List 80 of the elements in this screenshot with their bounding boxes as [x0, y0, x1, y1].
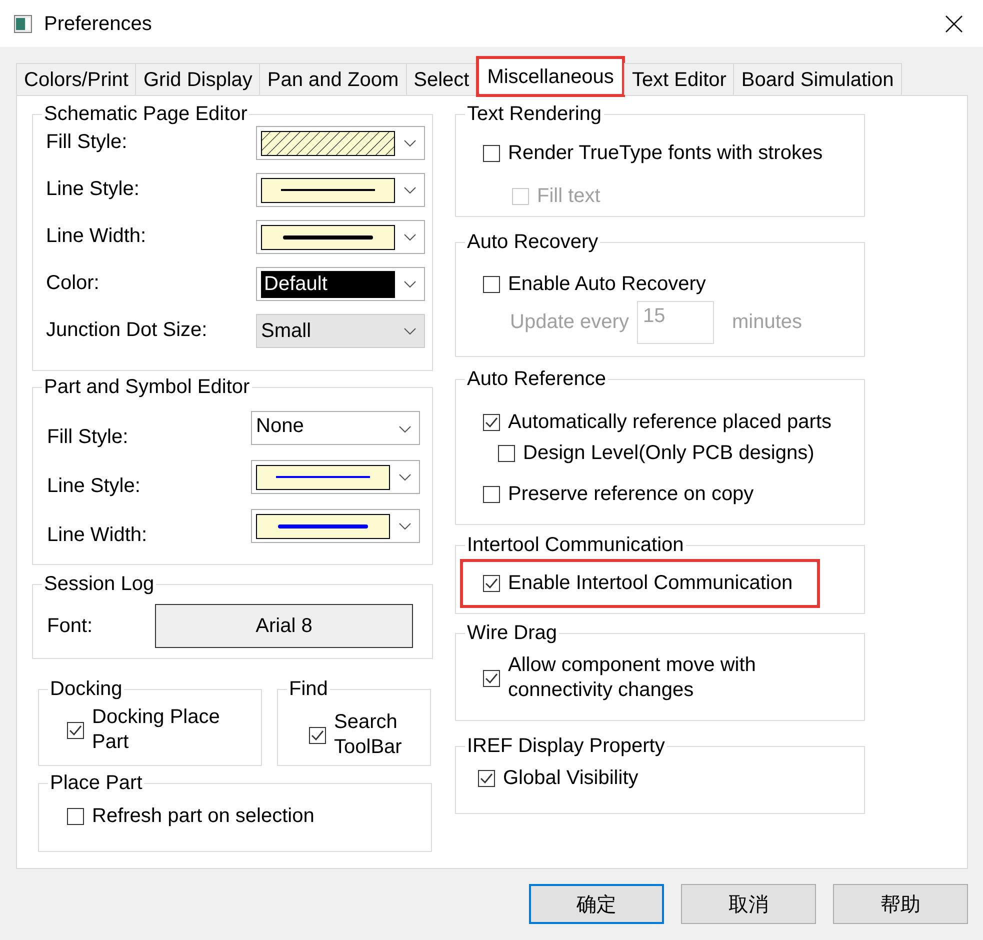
- checkmark-icon: [311, 730, 324, 740]
- checkbox-label: Render TrueType fonts with strokes: [508, 141, 823, 166]
- checkmark-icon: [485, 672, 498, 684]
- field-label: Fill Style:: [47, 425, 128, 450]
- group-title: Auto Reference: [466, 368, 607, 390]
- checkbox[interactable]: [483, 276, 500, 293]
- close-icon: [945, 14, 963, 32]
- dropdown[interactable]: [256, 126, 425, 160]
- checkbox-label: Preserve reference on copy: [508, 482, 754, 507]
- chevron-down-icon: [404, 234, 416, 240]
- checkbox[interactable]: [483, 145, 500, 162]
- field-label: Update every: [510, 310, 629, 335]
- checkbox-label: Search ToolBar: [334, 710, 403, 760]
- dialog-button[interactable]: 取消: [681, 884, 816, 924]
- checkbox[interactable]: [483, 575, 500, 592]
- group-title: Text Rendering: [466, 103, 603, 125]
- field-label: Line Style:: [47, 474, 140, 499]
- dropdown[interactable]: [256, 173, 425, 207]
- checkbox-label: Design Level(Only PCB designs): [523, 441, 814, 466]
- checkmark-icon: [480, 773, 493, 784]
- checkbox[interactable]: [498, 445, 515, 462]
- dropdown[interactable]: Small: [256, 314, 425, 348]
- group-title: Intertool Communication: [466, 534, 685, 556]
- field-label: Fill Style:: [46, 130, 128, 155]
- group-title: Auto Recovery: [466, 231, 600, 253]
- group-title: Wire Drag: [466, 622, 558, 644]
- checkbox-label: Enable Auto Recovery: [508, 272, 706, 297]
- group-title: Schematic Page Editor: [43, 103, 248, 125]
- checkmark-icon: [69, 724, 82, 736]
- color-swatch: Default: [261, 270, 395, 298]
- checkbox[interactable]: [483, 670, 500, 686]
- chevron-down-icon: [404, 186, 416, 194]
- checkbox-label: Refresh part on selection: [92, 804, 314, 829]
- chevron-down-icon: [404, 280, 416, 288]
- field-label: Line Style:: [46, 177, 140, 202]
- chevron-down-icon: [399, 426, 411, 432]
- chevron-down-icon: [404, 328, 416, 334]
- checkbox-label: Automatically reference placed parts: [508, 410, 832, 435]
- tab[interactable]: Board Simulation: [733, 63, 902, 95]
- checkbox[interactable]: [67, 808, 84, 825]
- group-title: Find: [288, 678, 329, 700]
- font-button[interactable]: Arial 8: [155, 604, 413, 648]
- field-label: Color:: [46, 271, 100, 296]
- tab[interactable]: Text Editor: [624, 63, 734, 95]
- dropdown[interactable]: Default: [256, 267, 425, 301]
- window-icon: [14, 14, 32, 32]
- dropdown[interactable]: [256, 220, 425, 254]
- field-label: Junction Dot Size:: [46, 318, 208, 343]
- checkbox[interactable]: [478, 770, 495, 787]
- group-title: Place Part: [49, 772, 144, 794]
- checkbox-label: Allow component move with connectivity changes: [508, 653, 757, 703]
- checkmark-icon: [485, 417, 498, 428]
- dialog-button[interactable]: 帮助: [833, 884, 968, 924]
- checkbox[interactable]: [67, 722, 84, 738]
- chevron-down-icon: [399, 522, 411, 530]
- chevron-down-icon: [404, 140, 416, 146]
- field-label: Line Width:: [47, 523, 148, 548]
- checkbox-label: Fill text: [537, 184, 600, 209]
- checkbox[interactable]: [309, 726, 326, 744]
- window-title: Preferences: [44, 12, 152, 36]
- checkmark-icon: [485, 578, 498, 589]
- tab[interactable]: Miscellaneous: [479, 59, 622, 94]
- dropdown[interactable]: [251, 460, 420, 494]
- dropdown[interactable]: [251, 509, 420, 543]
- checkbox-label: Enable Intertool Communication: [508, 571, 793, 596]
- tab[interactable]: Colors/Print: [16, 63, 136, 95]
- field-label: Line Width:: [46, 224, 146, 249]
- chevron-down-icon: [399, 474, 411, 480]
- group-title: Part and Symbol Editor: [43, 376, 251, 398]
- group-title: IREF Display Property: [466, 735, 666, 757]
- dialog-button[interactable]: 确定: [529, 884, 664, 924]
- group-title: Docking: [49, 678, 124, 700]
- checkbox-label: Global Visibility: [503, 766, 638, 791]
- unit-label: minutes: [732, 310, 802, 335]
- checkbox[interactable]: [483, 486, 500, 503]
- field-label: Font:: [47, 614, 93, 638]
- checkbox[interactable]: [483, 414, 500, 431]
- dropdown[interactable]: None: [251, 411, 420, 445]
- group-title: Session Log: [43, 573, 156, 595]
- checkbox-label: Docking Place Part: [92, 705, 221, 755]
